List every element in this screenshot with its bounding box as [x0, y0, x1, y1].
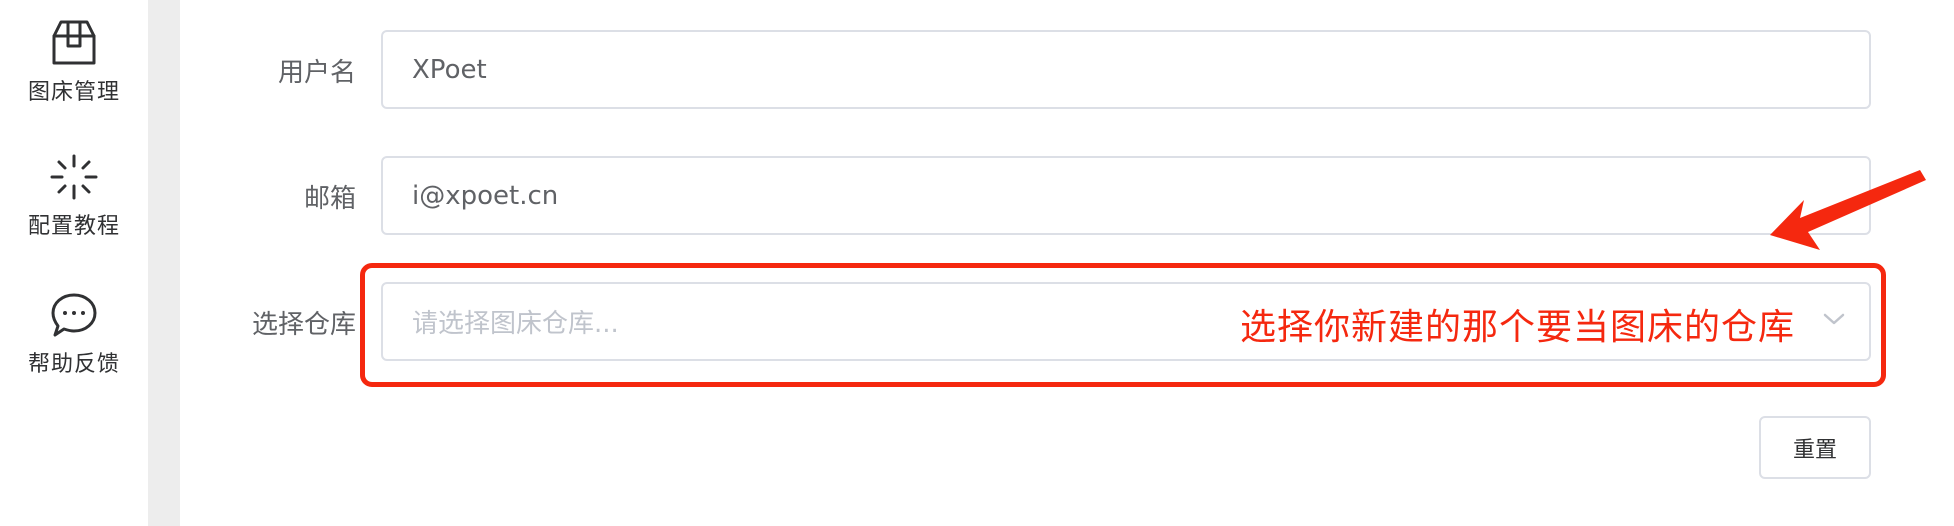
- email-label: 邮箱: [303, 184, 356, 214]
- sidebar-item-label: 帮助反馈: [27, 352, 120, 377]
- reset-button[interactable]: 重置: [1759, 416, 1871, 479]
- sparkle-icon: [50, 154, 98, 200]
- chat-bubble-icon: [51, 293, 97, 337]
- email-field[interactable]: i@xpoet.cn: [381, 156, 1871, 235]
- sidebar-item-feedback[interactable]: 帮助反馈: [0, 292, 148, 378]
- username-value: XPoet: [412, 54, 487, 85]
- username-label: 用户名: [277, 58, 356, 88]
- annotation-text: 选择你新建的那个要当图床的仓库: [1240, 307, 1796, 348]
- repo-label: 选择仓库: [251, 310, 356, 340]
- sidebar-item-label: 配置教程: [27, 214, 120, 239]
- sidebar-item-image-hosting[interactable]: 图床管理: [0, 18, 148, 106]
- sidebar-item-tutorial[interactable]: 配置教程: [0, 154, 148, 240]
- sidebar-item-label: 图床管理: [27, 80, 120, 105]
- box-icon: [52, 20, 96, 65]
- email-value: i@xpoet.cn: [412, 180, 559, 211]
- sidebar: 图床管理 配置教程 帮助反馈: [0, 0, 148, 526]
- annotation-arrow-icon: [1770, 170, 1926, 250]
- username-field[interactable]: XPoet: [381, 30, 1871, 109]
